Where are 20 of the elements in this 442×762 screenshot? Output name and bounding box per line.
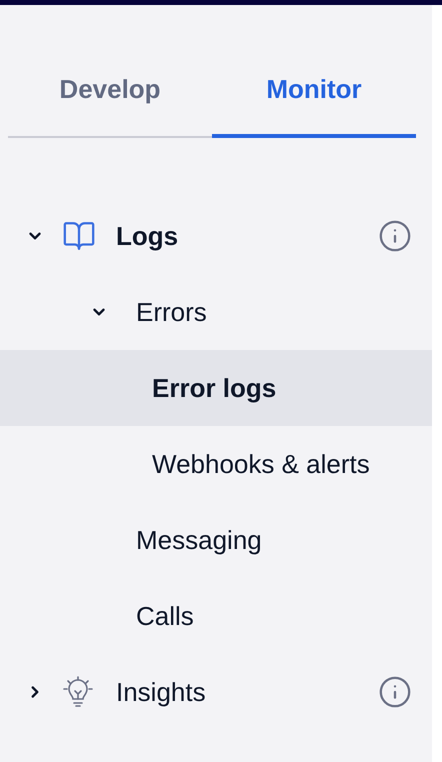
tree-item[interactable]: Insights [0,654,432,730]
info-icon[interactable] [378,675,412,709]
tree-item[interactable]: Messaging [0,502,432,578]
item-label: Calls [136,600,194,632]
item-label: Logs [116,220,178,252]
tab[interactable]: Develop [8,45,212,138]
item-label: Errors [136,296,207,328]
tree-item[interactable]: Calls [0,578,432,654]
tree-item[interactable]: Webhooks & alerts [0,426,432,502]
book-icon [62,219,96,253]
item-label: Insights [116,676,206,708]
tree-item[interactable]: Logs [0,198,432,274]
item-label: Messaging [136,524,262,556]
tree-item[interactable]: Error logs [0,350,432,426]
lightbulb-icon [62,675,94,709]
tree-item[interactable]: Errors [0,274,432,350]
item-label: Webhooks & alerts [152,448,370,480]
tab[interactable]: Monitor [212,45,416,138]
info-icon[interactable] [378,219,412,253]
item-label: Error logs [152,372,276,404]
